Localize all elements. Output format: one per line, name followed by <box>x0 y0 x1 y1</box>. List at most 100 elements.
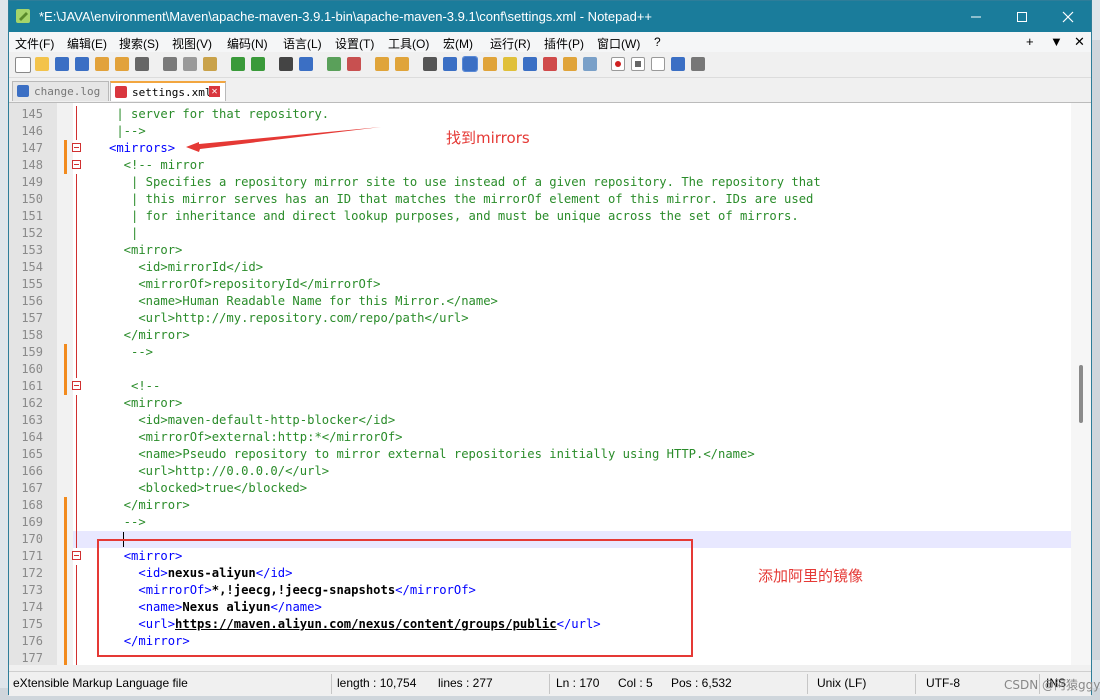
function-list-icon[interactable] <box>543 57 557 71</box>
close-tab-icon[interactable]: ✕ <box>209 86 220 97</box>
word-wrap-icon[interactable] <box>423 57 437 71</box>
document-list-icon[interactable] <box>523 57 537 71</box>
annotation-find-mirrors: 找到mirrors <box>446 129 530 147</box>
fold-guide-line <box>76 599 77 616</box>
tab-list-dropdown-button[interactable]: ▼ <box>1050 34 1063 49</box>
fold-toggle-icon[interactable] <box>72 551 81 560</box>
fold-toggle-icon[interactable] <box>72 381 81 390</box>
line-number: 158 <box>21 328 43 342</box>
code-text: --> <box>109 345 154 359</box>
code-line: 159 --> <box>9 344 1071 361</box>
title-bar[interactable]: *E:\JAVA\environment\Maven\apache-maven-… <box>9 1 1091 32</box>
code-line: 167 <blocked>true</blocked> <box>9 480 1071 497</box>
line-number: 164 <box>21 430 43 444</box>
line-number: 177 <box>21 651 43 665</box>
line-number: 148 <box>21 158 43 172</box>
cut-icon[interactable] <box>163 57 177 71</box>
copy-icon[interactable] <box>183 57 197 71</box>
code-text: <url>http://my.repository.com/repo/path<… <box>109 311 469 325</box>
user-language-icon[interactable] <box>483 57 497 71</box>
vertical-scrollbar[interactable] <box>1071 103 1091 665</box>
change-marker <box>64 378 67 395</box>
open-file-icon[interactable] <box>35 57 49 71</box>
status-encoding: UTF-8 <box>926 676 960 690</box>
minimize-button[interactable] <box>953 1 999 32</box>
folder-workspace-icon[interactable] <box>563 57 577 71</box>
status-bar: eXtensible Markup Language file length :… <box>9 671 1091 696</box>
close-all-icon[interactable] <box>115 57 129 71</box>
monitoring-icon[interactable] <box>583 57 597 71</box>
fold-guide-line <box>76 429 77 446</box>
menu-tools[interactable]: 工具(O) <box>388 35 429 52</box>
code-line: 145 | server for that repository. <box>9 106 1071 123</box>
fold-guide-line <box>76 616 77 633</box>
close-window-button[interactable] <box>1045 1 1091 32</box>
code-text: <mirror> <box>109 243 183 257</box>
line-number: 170 <box>21 532 43 546</box>
scrollbar-thumb[interactable] <box>1079 365 1083 423</box>
menu-search[interactable]: 搜索(S) <box>119 35 159 52</box>
unsaved-file-icon <box>115 86 127 98</box>
fold-guide-line <box>76 225 77 242</box>
close-document-button[interactable]: ✕ <box>1074 34 1085 50</box>
stop-macro-icon[interactable] <box>631 57 645 71</box>
menu-settings[interactable]: 设置(T) <box>335 35 374 52</box>
code-line: 161 <!-- <box>9 378 1071 395</box>
fold-guide-line <box>76 582 77 599</box>
sync-vertical-icon[interactable] <box>375 57 389 71</box>
save-macro-icon[interactable] <box>691 57 705 71</box>
sync-horizontal-icon[interactable] <box>395 57 409 71</box>
play-macro-icon[interactable] <box>651 57 665 71</box>
menu-help[interactable]: ? <box>654 35 661 49</box>
tab-settings-xml[interactable]: settings.xml ✕ <box>110 81 226 101</box>
code-text: --> <box>109 515 146 529</box>
save-all-icon[interactable] <box>75 57 89 71</box>
zoom-out-icon[interactable] <box>347 57 361 71</box>
show-all-characters-icon[interactable] <box>443 57 457 71</box>
record-macro-icon[interactable] <box>611 57 625 71</box>
new-tab-plus-button[interactable]: + <box>1026 34 1034 49</box>
zoom-in-icon[interactable] <box>327 57 341 71</box>
line-number: 155 <box>21 277 43 291</box>
menu-edit[interactable]: 编辑(E) <box>67 35 107 52</box>
find-icon[interactable] <box>279 57 293 71</box>
line-number: 168 <box>21 498 43 512</box>
menu-plugins[interactable]: 插件(P) <box>544 35 584 52</box>
code-line: 154 <id>mirrorId</id> <box>9 259 1071 276</box>
code-text: <id>maven-default-http-blocker</id> <box>109 413 396 427</box>
code-text: <!-- mirror <box>109 158 205 172</box>
menu-encoding[interactable]: 编码(N) <box>227 35 268 52</box>
status-divider <box>915 674 916 694</box>
status-divider <box>549 674 550 694</box>
fold-toggle-icon[interactable] <box>72 143 81 152</box>
code-text: <mirrorOf>repositoryId</mirrorOf> <box>109 277 381 291</box>
undo-icon[interactable] <box>231 57 245 71</box>
fold-guide-line <box>76 327 77 344</box>
fold-guide-line <box>76 446 77 463</box>
menu-run[interactable]: 运行(R) <box>490 35 531 52</box>
fold-toggle-icon[interactable] <box>72 160 81 169</box>
print-icon[interactable] <box>135 57 149 71</box>
menu-file[interactable]: 文件(F) <box>15 35 54 52</box>
tab-change-log[interactable]: change.log <box>12 81 109 101</box>
line-number: 152 <box>21 226 43 240</box>
line-number: 146 <box>21 124 43 138</box>
replace-icon[interactable] <box>299 57 313 71</box>
run-macro-multiple-icon[interactable] <box>671 57 685 71</box>
fold-guide-line <box>76 395 77 412</box>
document-map-icon[interactable] <box>503 57 517 71</box>
paste-icon[interactable] <box>203 57 217 71</box>
indent-guide-icon[interactable] <box>462 56 478 72</box>
redo-icon[interactable] <box>251 57 265 71</box>
code-line: 165 <name>Pseudo repository to mirror ex… <box>9 446 1071 463</box>
menu-window[interactable]: 窗口(W) <box>597 35 640 52</box>
fold-guide-line <box>76 565 77 582</box>
menu-language[interactable]: 语言(L) <box>283 35 322 52</box>
menu-macro[interactable]: 宏(M) <box>443 35 473 52</box>
menu-view[interactable]: 视图(V) <box>172 35 212 52</box>
new-file-icon[interactable] <box>15 57 31 73</box>
close-icon[interactable] <box>95 57 109 71</box>
line-number: 175 <box>21 617 43 631</box>
maximize-button[interactable] <box>999 1 1045 32</box>
save-icon[interactable] <box>55 57 69 71</box>
